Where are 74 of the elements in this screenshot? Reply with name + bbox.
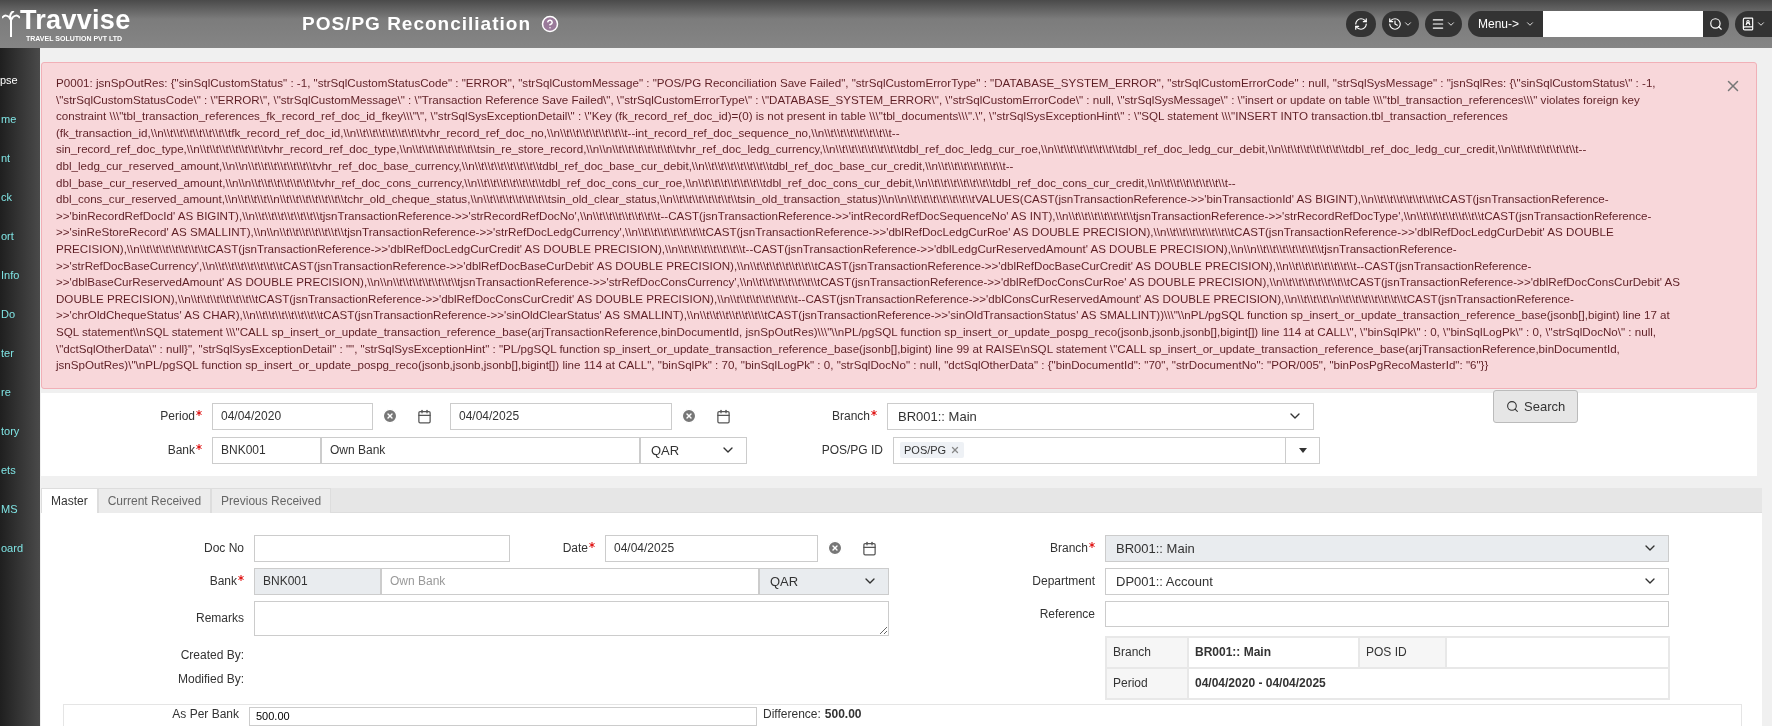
search-field[interactable] [1543, 11, 1703, 37]
page-title: POS/PG Reconciliation [302, 13, 531, 35]
menu-dropdown[interactable]: Menu-> [1467, 11, 1543, 37]
search-icon [1709, 17, 1723, 31]
reference-input[interactable] [1105, 600, 1669, 627]
search-button[interactable] [1703, 11, 1729, 37]
field-label: Branch [1049, 541, 1088, 556]
search-button[interactable]: Search [1493, 389, 1579, 423]
table-cell: POS ID [1359, 636, 1446, 668]
field-label: Department [1032, 574, 1095, 589]
difference-value: 500.00 [824, 706, 862, 721]
field-label: POS/PG ID [821, 443, 883, 458]
doc-no-input[interactable] [254, 534, 510, 562]
caret-icon [1445, 19, 1456, 29]
history-button[interactable] [1381, 11, 1419, 37]
caret-icon [1402, 19, 1413, 29]
sidebar-item[interactable]: ck [0, 189, 40, 205]
branch-select[interactable]: BR001:: Main [887, 402, 1314, 430]
error-message: P0001: jsnSpOutRes: {"sinSqlCustomStatus" : -1, "strSqlCustomStatusCode" : "ERROR", "strSqlCustomMessage" : "POS/PG Reconciliation Save Failed", "strSqlCustomErrorType" : "DATABASE_SYSTEM_ERROR", "strSqlCustomErrorCode" : null, "strSqlSysMessage" : "jsnSqlRes: {\"sinSqlCustomStatus\" : -1, \"strSqlCustomStatusCode\" : \"ERROR\", \"strSqlCustomMessage\" : \"Transaction Reference Save Failed\", \"strSqlCustomErrorType\" : \"DATABASE_SYSTEM_ERROR\", \"strSqlCustomErrorCode\" : null, \"strSqlSysMessage\" : \"insert or update on table \\\"tbl_transaction_references\\\" violates foreign key constraint \\\"tbl_transaction_references_fk_record_ref_doc_id_fkey\\\"\", \"strSqlSysExceptionDetail\" : \"Key (fk_record_ref_doc_id)=(0) is not present in table \\\"tbl_documents\\\".\", \"strSqlSysExceptionHint\" : \"SQL statement \\\"INSERT INTO transaction.tbl_transaction_references (fk_transaction_id,\\n\\t\\t\\t\\t\\t\\t\\tfk_record_ref_doc_id,\\n\\t\\t\\t\\t\\t\\t\\tvhr_record_ref_doc_no,\\n\\t\\t\\t\\t\\t\\t\\t--int_record_ref_doc_sequence_no,\\n\\t\\t\\t\\t\\t\\t\\t--sin_record_ref_doc_type,\\n\\t\\t\\t\\t\\t\\t\\tvhr_record_ref_doc_type,\\n\\t\\t\\t\\t\\t\\t\\tsin_re_store_record,\\n\\n\\t\\t\\t\\t\\t\\t\\tvhr_ref_doc_ledg_currency,\\n\\t\\t\\t\\t\\t\\t\\tdbl_ref_doc_ledg_cur_roe,\\n\\t\\t\\t\\t\\t\\t\\tdbl_ref_doc_ledg_cur_debit,\\n\\t\\t\\t\\t\\t\\t\\tdbl_ref_doc_ledg_cur_credit,\\n\\t\\t\\t\\t\\t\\t\\t--dbl_ledg_cur_reserved_amount,\\n\\n\\t\\t\\t\\t\\t\\t\\tvhr_ref_doc_base_currency,\\n\\t\\t\\t\\t\\t\\t\\tdbl_ref_doc_base_cur_debit,\\n\\t\\t\\t\\t\\t\\t\\tdbl_ref_doc_base_cur_credit,\\n\\t\\t\\t\\t\\t\\t\\t--dbl_base_cur_reserved_amount,\\n\\n\\t\\t\\t\\t\\t\\t\\tvhr_ref_doc_cons_currency,\\n\\t\\t\\t\\t\\t\\t\\tdbl_ref_doc_cons_cur_roe,\\n\\t\\t\\t\\t\\t\\t\\tdbl_ref_doc_cons_cur_debit,\\n\\t\\t\\t\\t\\t\\t\\tdbl_ref_doc_cons_cur_credit,\\n\\t\\t\\t\\t\\t\\t\\t--dbl_cons_cur_reserved_amount,\\n\\t\\t\\t\\n\\t\\t\\t\\t\\t\\t\\tchr_old_cheque_status,\\n\\t\\t\\t\\t\\t\\t\\tsin_old_clear_status,\\n\\t\\t\\t\\t\\t\\t\\tsin_old_transaction_status)\\n\\n\\t\\t\\t\\t\\t\\t\\tVALUES(CAST(jsnTransactionReference->>'binTransactionId' AS BIGINT),\\n\\t\\t\\t\\t\\t\\t\\tCAST(jsnTransactionReference->>'binRecordRefDocId' AS BIGINT),\\n\\t\\t\\t\\t\\t\\t\\tjsnTransactionReference->>'strRecordRefDocNo',\\n\\t\\t\\t\\t\\t\\t\\t--CAST(jsnTransactionReference->>'intRecordRefDocSequenceNo' AS INT),\\n\\t\\t\\t\\t\\t\\t\\tjsnTransactionReference->>'strRecordRefDocType',\\n\\t\\t\\t\\t\\t\\t\\tCAST(jsnTransactionReference->>'sinReStoreRecord' AS SMALLINT),\\n\\n\\t\\t\\t\\t\\t\\t\\tjsnTransactionReference->>'strRefDocLedgCurrency',\\n\\t\\t\\t\\t\\t\\t\\tCAST(jsnTransactionReference->>'dblRefDocLedgCurRoe' AS DOUBLE PRECISION),\\n\\t\\t\\t\\t\\t\\t\\tCAST(jsnTransactionReference->>'dblRefDocLedgCurDebit' AS DOUBLE PRECISION),\\n\\t\\t\\t\\t\\t\\t\\tCAST(jsnTransactionReference->>'dblRefDocLedgCurCredit' AS DOUBLE PRECISION),\\n\\t\\t\\t\\t\\t\\t\\t--CAST(jsnTransactionReference->>'dblLedgCurReservedAmount' AS DOUBLE PRECISION),\\n\\n\\t\\t\\t\\t\\t\\t\\tjsnTransactionReference->>'strRefDocBaseCurrency',\\n\\t\\t\\t\\t\\t\\t\\tCAST(jsnTransactionReference->>'dblRefDocBaseCurDebit' AS DOUBLE PRECISION),\\n\\t\\t\\t\\t\\t\\t\\tCAST(jsnTransactionReference->>'dblRefDocBaseCurCredit' AS DOUBLE PRECISION),\\n\\t\\t\\t\\t\\t\\t\\t--CAST(jsnTransactionReference->>'dblBaseCurReservedAmount' AS DOUBLE PRECISION),\\n\\n\\t\\t\\t\\t\\t\\t\\tjsnTransactionReference->>'strRefDocConsCurrency',\\n\\t\\t\\t\\t\\t\\t\\tCAST(jsnTransactionReference->>'dblRefDocConsCurRoe' AS DOUBLE PRECISION),\\n\\t\\t\\t\\t\\t\\t\\tCAST(jsnTransactionReference->>'dblRefDocConsCurDebit' AS DOUBLE PRECISION),\\n\\t\\t\\t\\t\\t\\t\\tCAST(jsnTransactionReference->>'dblRefDocConsCurCredit' AS DOUBLE PRECISION),\\n\\t\\t\\t\\t\\t\\t\\t--CAST(jsnTransactionReference->>'dblConsCurReservedAmount' AS DOUBLE PRECISION),\\n\\t\\t\\t\\n\\t\\t\\t\\t\\t\\t\\tCAST(jsnTransactionReference->>'chrOldChequeStatus' AS CHAR),\\n\\t\\t\\t\\t\\t\\t\\tCAST(jsnTransactionReference->>'sinOldClearStatus' AS SMALLINT),\\n\\t\\t\\t\\t\\t\\t\\tCAST(jsnTransactionReference->>'sinOldTransactionStatus' AS SMALLINT))\\\"\\nPL/pgSQL function sp_insert_or_update_transaction_reference_base(jsonb[],bigint) line 17 at SQL statement\\nSQL statement \\\"CALL sp_insert_or_update_transaction_reference_base(arjTransactionReference,binDocumentId, jsnSpOutRes)\\\"\\nPL/pgSQL function sp_insert_or_update_pospg_reco(jsonb,jsonb,jsonb[],bigint[]) line 114 at CALL\", \"binSqlPk\" : 0, \"binSqlLogPk\" : 0, \"strSqlDocNo\" : null, \"dctSqlOtherData\" : null}", "strSqlSysExceptionDetail" : "", "strSqlSysExceptionHint" : "PL/pgSQL function sp_insert_or_update_transaction_reference_base(jsonb[],bigint) line 99 at RAISE\nSQL statement \"CALL sp_insert_or_update_transaction_reference_base(arjTransactionReference,binDocumentId, jsnSpOutRes)\"\nPL/pgSQL function sp_insert_or_update_pospg_reco(jsonb,jsonb,jsonb[],bigint[]) line 114 at CALL", "binSqlPk" : 70, "binSqlLogPk" : 0, "strSqlDocNo" : null, "dctSqlOtherData" : {"binDocumentId": "70", "strDocumentNo": "POR/005", "binPosPgRecoMasterId": "6"}} [56, 75, 1682, 374]
table-cell: Branch [1106, 636, 1188, 668]
bank-code-input[interactable]: BNK001 [212, 436, 321, 464]
field-label: Reference [1039, 606, 1095, 621]
sidebar-item[interactable]: ort [0, 228, 40, 244]
caret-icon [1525, 19, 1535, 29]
field-label: Doc No [204, 541, 244, 556]
sidebar-item[interactable]: nt [0, 150, 40, 166]
bank-name-input[interactable]: Own Bank [321, 436, 640, 464]
sidebar-item[interactable]: Do [0, 306, 40, 322]
sidebar-item[interactable]: MS [0, 501, 40, 517]
sidebar-item[interactable]: re [0, 384, 40, 400]
refresh-icon [1353, 17, 1368, 31]
amount-input[interactable]: 500.00 [249, 706, 757, 726]
table-cell: BR001:: Main [1188, 636, 1359, 668]
logo-text: Travvise [20, 6, 131, 34]
date-input[interactable]: 04/04/2025 [605, 534, 818, 562]
field-label: Branch [831, 409, 870, 424]
refresh-button[interactable] [1345, 11, 1376, 37]
date-input[interactable]: 04/04/2025 [450, 402, 672, 430]
contacts-button[interactable] [1735, 11, 1772, 37]
remove-icon[interactable] [950, 445, 961, 456]
history-icon [1387, 17, 1402, 31]
sidebar-item[interactable]: ter [0, 345, 40, 361]
field-label: Modified By: [177, 671, 244, 686]
table-cell: 04/04/2020 - 04/04/2025 [1188, 667, 1669, 699]
sidebar-item[interactable]: me [0, 111, 40, 127]
sidebar-item[interactable]: oard [0, 540, 40, 556]
sidebar-item[interactable]: tory [0, 423, 40, 439]
field-label: Created By: [180, 647, 244, 662]
field-label: Bank [167, 443, 195, 458]
sidebar-item[interactable]: pse [0, 72, 40, 88]
field-label: Period [160, 409, 195, 424]
logo-icon [2, 11, 20, 37]
sidebar-item[interactable]: Info [0, 267, 40, 283]
menu-icon [1430, 17, 1445, 31]
search-icon [1506, 399, 1519, 413]
pospg-multiselect[interactable]: POS/PG [893, 436, 1320, 464]
field-label: Bank [209, 574, 237, 589]
field-label: Date [562, 541, 588, 556]
contact-book-icon [1741, 17, 1755, 31]
help-icon[interactable] [541, 15, 559, 33]
field-label: Remarks [196, 611, 244, 626]
department-select[interactable]: DP001:: Account [1105, 567, 1669, 595]
sidebar-item[interactable]: ets [0, 462, 40, 478]
menu-button[interactable] [1424, 11, 1462, 37]
tab[interactable]: Previous Received [211, 487, 332, 513]
selected-tag[interactable]: POS/PG [900, 442, 965, 459]
field-label: As Per Bank [172, 706, 239, 721]
currency-select[interactable]: QAR [640, 436, 747, 464]
table-cell: Period [1106, 667, 1188, 699]
field-label: Difference: [763, 706, 821, 721]
tab[interactable]: Current Received [97, 487, 212, 513]
tab[interactable]: Master [41, 487, 98, 513]
date-input[interactable]: 04/04/2020 [212, 402, 373, 430]
caret-icon [1756, 19, 1766, 29]
